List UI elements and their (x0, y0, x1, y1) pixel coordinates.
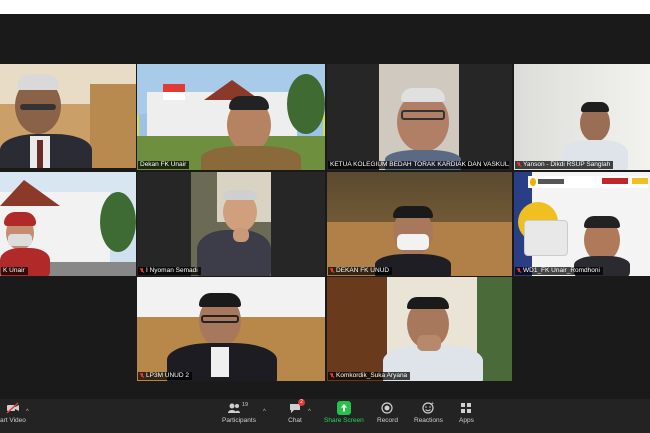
participant-name: KETUA KOLEGIUM BEDAH TORAK KARDIAK DAN V… (328, 161, 509, 169)
share-screen-icon (336, 401, 351, 415)
mic-muted-icon (330, 268, 334, 274)
participant-tile[interactable]: K Unair (0, 172, 136, 276)
participant-name: Komkordik_Suka Aryana (328, 372, 411, 380)
participant-name: Dekan FK Unair (138, 161, 190, 169)
participant-name: LP3M UNUD 2 (138, 372, 192, 380)
participant-tile[interactable]: Dekan FK Unair (137, 64, 325, 170)
participants-options-caret-icon[interactable]: ^ (263, 409, 266, 415)
participant-name: K Unair (1, 267, 28, 275)
record-icon (380, 401, 394, 415)
mic-muted-icon (517, 162, 521, 168)
participant-tile[interactable]: DEKAN FK UNUD (327, 172, 512, 276)
video-gallery: Dekan FK Unair KETUA KOLEGIUM BEDAH TORA… (0, 14, 650, 399)
apps-icon (459, 401, 473, 415)
participant-name: Yanson - Dikdi RSUP Sanglah (515, 161, 614, 169)
participant-tile[interactable]: Yanson - Dikdi RSUP Sanglah (514, 64, 650, 170)
start-video-button[interactable]: art Video (0, 401, 26, 424)
svg-text:+: + (431, 401, 434, 407)
participant-tile[interactable]: WD1_FK Unair_Romdhoni (514, 172, 650, 276)
participant-tile[interactable]: LP3M UNUD 2 (137, 277, 325, 381)
reactions-button[interactable]: + Reactions (414, 401, 443, 424)
chat-options-caret-icon[interactable]: ^ (308, 409, 311, 415)
share-screen-button[interactable]: Share Screen (324, 401, 364, 424)
record-button[interactable]: Record (377, 401, 398, 424)
chat-button[interactable]: 2 Chat (288, 399, 305, 424)
participant-name: DEKAN FK UNUD (328, 267, 393, 275)
reactions-icon: + (421, 401, 435, 415)
participants-icon: 19 (227, 401, 251, 415)
mic-muted-icon (140, 268, 144, 274)
video-options-caret-icon[interactable]: ^ (26, 409, 29, 415)
chat-icon: 2 (288, 399, 305, 415)
mic-muted-icon (517, 268, 521, 274)
participant-tile[interactable]: I Nyoman Semadi (137, 172, 325, 276)
meeting-toolbar: art Video ^ 19 Participants ^ 2 Chat ^ S… (0, 399, 650, 433)
participant-name: I Nyoman Semadi (138, 267, 201, 275)
participant-tile[interactable]: KETUA KOLEGIUM BEDAH TORAK KARDIAK DAN V… (327, 64, 512, 170)
video-off-icon (6, 401, 20, 415)
window-top-bar (0, 0, 650, 14)
chat-unread-badge: 2 (298, 399, 305, 406)
participant-tile[interactable] (0, 64, 136, 168)
mic-muted-icon (330, 373, 334, 379)
participant-name: WD1_FK Unair_Romdhoni (515, 267, 603, 275)
participant-tile[interactable]: Komkordik_Suka Aryana (327, 277, 512, 381)
participants-button[interactable]: 19 Participants (222, 401, 256, 424)
apps-button[interactable]: Apps (459, 401, 474, 424)
mic-muted-icon (140, 373, 144, 379)
